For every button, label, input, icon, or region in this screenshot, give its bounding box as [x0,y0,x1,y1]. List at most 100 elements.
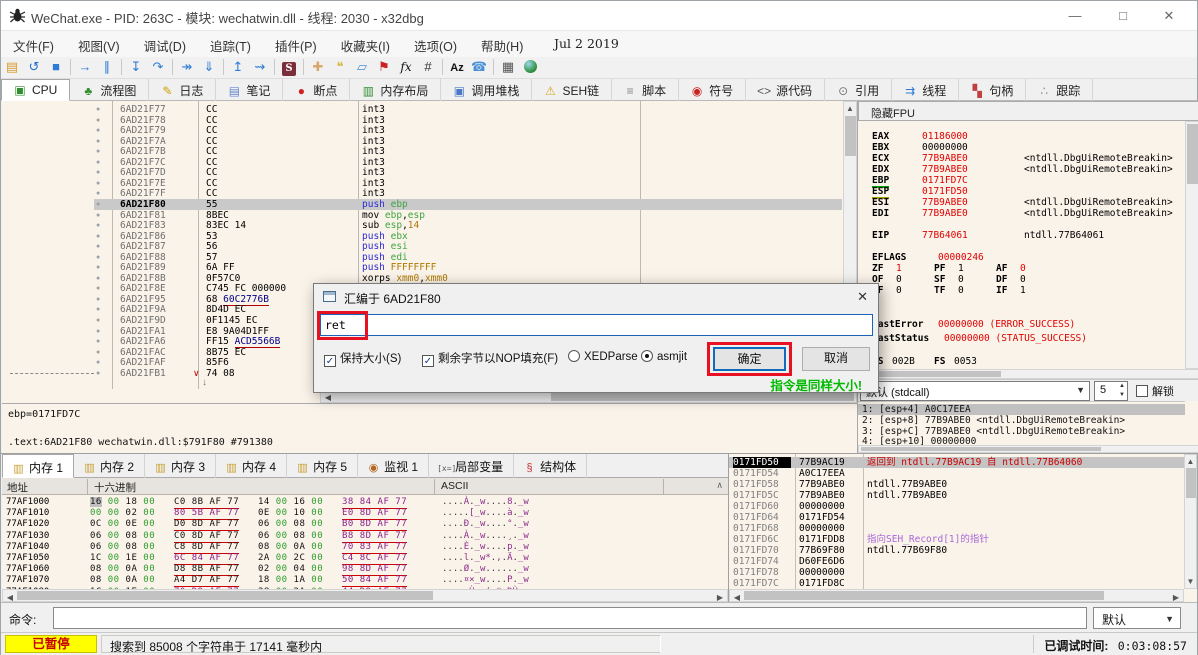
assemble-checkbox-2[interactable]: ✓剩余字节以NOP填充(F) [422,350,558,367]
tab-引用[interactable]: ⊙引用 [825,79,892,101]
scroll-down-arrow[interactable]: ▼ [1185,577,1196,586]
disasm-row[interactable]: ●6AD21F8653push ebx [94,231,842,242]
scroll-thumb[interactable] [861,371,1001,377]
tab-符号[interactable]: ◉符号 [679,79,746,101]
register-row[interactable]: EBX00000000 [872,142,889,153]
register-row[interactable]: EIP77B64061ntdll.77B64061 [872,230,889,241]
breakpoint-dot-icon[interactable]: ● [96,136,100,147]
minimize-button[interactable]: — [1053,1,1097,30]
scroll-up-arrow[interactable]: ▲ [844,104,856,113]
breakpoint-dot-icon[interactable]: ● [96,294,100,305]
tab-跟踪[interactable]: ∴跟踪 [1026,79,1093,101]
hide-fpu-button[interactable]: 隐藏FPU [858,101,1198,121]
breakpoint-dot-icon[interactable]: ● [96,283,100,294]
menu-item-h[interactable]: 帮助(H) [469,31,535,60]
command-profile-select[interactable]: 默认▼ [1093,607,1181,629]
stack-row[interactable]: 0171FD5077B9AC19返回到 ntdll.77B9AC19 自 ntd… [729,457,1184,468]
scroll-thumb[interactable] [744,591,1104,600]
stop-icon[interactable]: ■ [45,57,67,77]
scroll-right-arrow[interactable]: ▶ [715,593,725,602]
breakpoint-dot-icon[interactable]: ● [96,241,100,252]
unlock-checkbox[interactable]: 解锁 [1136,383,1174,399]
stack-pane[interactable]: 0171FD5077B9AC19返回到 ntdll.77B9AC19 自 ntd… [728,454,1197,602]
pause-icon[interactable]: ∥ [96,57,118,77]
register-row[interactable]: ESP0171FD50 [872,186,889,197]
comments-icon[interactable]: ❝ [329,57,351,77]
breakpoint-dot-icon[interactable]: ● [96,125,100,136]
checkbox-icon[interactable] [1136,385,1148,397]
menu-item-i[interactable]: 收藏夹(I) [329,31,402,60]
memory-dump-pane[interactable]: ▥内存 1▥内存 2▥内存 3▥内存 4▥内存 5◉监视 1[x=]局部变量§结… [2,454,728,602]
dialog-title-bar[interactable]: 汇编于 6AD21F80 [314,284,878,310]
breakpoint-dot-icon[interactable]: ● [96,315,100,326]
disasm-row[interactable]: ●6AD21F77CCint3 [94,104,842,115]
breakpoint-dot-icon[interactable]: ● [96,157,100,168]
argument-row[interactable]: 4: [esp+10] 00000000 [858,436,1185,445]
calling-convention-select[interactable]: 默认 (stdcall)▼ [860,381,1090,401]
scroll-thumb[interactable] [1187,124,1198,184]
tab-脚本[interactable]: ≡脚本 [612,79,679,101]
breakpoint-dot-icon[interactable]: ● [96,273,100,284]
close-button[interactable]: ✕ [1147,1,1191,30]
breakpoint-dot-icon[interactable]: ● [96,357,100,368]
register-row[interactable]: EDX77B9ABE0<ntdll.DbgUiRemoteBreakin> [872,164,889,175]
tab-线程[interactable]: ⇉线程 [892,79,959,101]
scroll-right-arrow[interactable]: ▶ [1171,593,1181,602]
disasm-row[interactable]: ●6AD21F7ACCint3 [94,136,842,147]
stack-vscrollbar[interactable]: ▲ ▼ [1184,454,1197,589]
breakpoint-dot-icon[interactable]: ● [96,188,100,199]
scroll-thumb[interactable] [845,116,856,156]
memory-tab-监视1[interactable]: ◉监视 1 [358,454,429,478]
execute-till-return-icon[interactable]: ↠ [176,57,198,77]
stack-row[interactable]: 0171FD5877B9ABE0ntdll.77B9ABE0 [729,479,1184,490]
disasm-row[interactable]: ●6AD21F7CCCint3 [94,157,842,168]
call-stack-phone-icon[interactable]: ☎ [468,57,490,77]
menu-item-o[interactable]: 选项(O) [402,31,469,60]
radio-icon[interactable] [568,350,580,362]
run-icon[interactable]: → [74,57,96,77]
calculator-icon[interactable]: ▦ [497,57,519,77]
disasm-row[interactable]: ●6AD21F7FCCint3 [94,188,842,199]
memory-tab-内存3[interactable]: ▥内存 3 [145,454,216,478]
tab-句柄[interactable]: ▚句柄 [959,79,1026,101]
arg-count-stepper[interactable]: 5▲▼ [1094,381,1128,401]
column-address[interactable]: 地址 [2,479,88,494]
menu-item-v[interactable]: 视图(V) [66,31,132,60]
checkbox-icon[interactable]: ✓ [422,355,434,367]
tab-笔记[interactable]: ▤笔记 [216,79,283,101]
radio-icon[interactable] [641,350,653,362]
assemble-checkbox-1[interactable]: ✓保持大小(S) [324,350,401,367]
breakpoint-dot-icon[interactable]: ● [96,104,100,115]
tab-日志[interactable]: ✎日志 [149,79,216,101]
breakpoint-dot-icon[interactable]: ● [96,326,100,337]
eflags-row[interactable]: EFLAGS00000246 [872,252,906,263]
disasm-row[interactable]: ●6AD21F7BCCint3 [94,146,842,157]
scroll-up-arrow[interactable]: ▲ [1185,457,1196,466]
disasm-row[interactable]: ●6AD21F818BECmov ebp,esp [94,210,842,221]
column-ascii[interactable]: ASCII [436,479,664,494]
breakpoint-dot-icon[interactable]: ● [96,210,100,221]
breakpoint-dot-icon[interactable]: ● [96,252,100,263]
disasm-row[interactable]: ●6AD21F78CCint3 [94,115,842,126]
register-row[interactable]: EBP0171FD7C [872,175,889,186]
stepper-arrows-icon[interactable]: ▲▼ [1119,382,1125,400]
scroll-left-arrow[interactable]: ◀ [323,393,333,402]
scroll-thumb[interactable] [17,591,433,600]
collapse-arrow-icon[interactable]: ∧ [716,480,723,491]
memory-tab-内存1[interactable]: ▥内存 1 [2,454,74,478]
disasm-row[interactable]: ●6AD21F7DCCint3 [94,167,842,178]
stack-row[interactable]: 0171FD6000000000 [729,501,1184,512]
breakpoint-dot-icon[interactable]: ● [96,368,100,379]
stack-row[interactable]: 0171FD54A0C17EEA [729,468,1184,479]
tab-调用堆栈[interactable]: ▣调用堆栈 [441,79,532,101]
column-hex[interactable]: 十六进制 [89,479,435,494]
tab-内存布局[interactable]: ▥内存布局 [350,79,441,101]
breakpoint-dot-icon[interactable]: ● [96,115,100,126]
stack-hscrollbar[interactable]: ◀ ▶ [729,589,1184,602]
breakpoint-dot-icon[interactable]: ● [96,304,100,315]
memory-tab-局部变量[interactable]: [x=]局部变量 [429,454,514,478]
breakpoint-dot-icon[interactable]: ● [96,262,100,273]
disasm-row[interactable]: ●6AD21F8756push esi [94,241,842,252]
tab-源代码[interactable]: <>源代码 [746,79,825,101]
breakpoint-dot-icon[interactable]: ● [96,146,100,157]
